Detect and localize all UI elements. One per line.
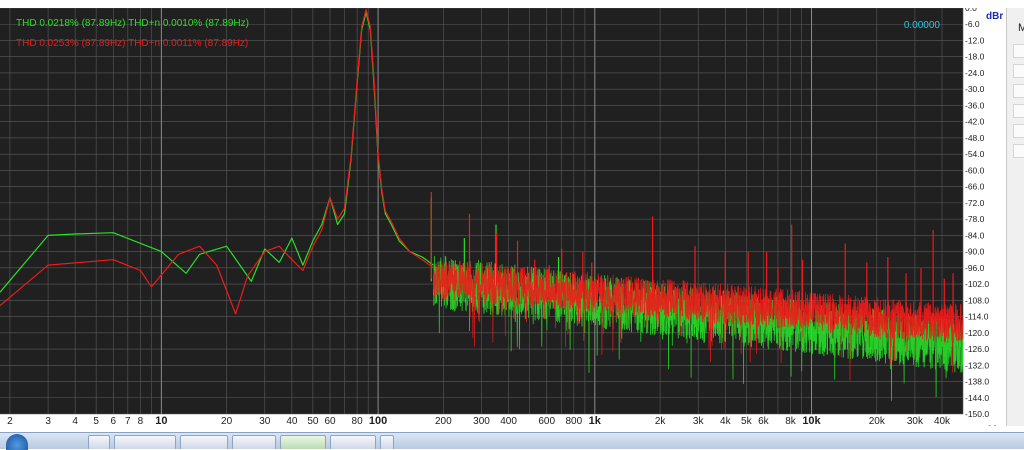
y-tick-label: -102.0 [965,279,989,289]
x-tick-label: 8 [138,416,144,426]
y-tick-label: -114.0 [965,312,989,322]
side-panel-control[interactable] [1013,124,1024,138]
x-tick-label: 30 [259,416,271,426]
audio-analyzer-window: 0.0 -6.0 -12.0 -18.0 -24.0 -30.0 -36.0 -42.0 -48… [0,0,1024,450]
y-unit-label: dBr [986,11,1003,22]
taskbar-button[interactable] [330,435,376,449]
y-tick-label: -120.0 [965,328,989,338]
x-tick-label: 60 [324,416,336,426]
x-tick-label: 1k [589,415,602,426]
taskbar-button[interactable] [380,435,394,449]
x-tick-label: 3k [693,416,705,426]
x-unit-label: Hz [988,423,1003,426]
side-panel-control[interactable] [1013,104,1024,118]
y-tick-label: -42.0 [965,117,985,127]
y-tick-label: -6.0 [965,19,980,29]
side-panel-control[interactable] [1013,144,1024,158]
y-tick-label: -126.0 [965,344,989,354]
side-panel: M [1006,8,1024,426]
spectrum-chart[interactable]: 0.0 -6.0 -12.0 -18.0 -24.0 -30.0 -36.0 -42.0 -48… [0,8,1006,426]
x-tick-label: 40k [934,416,951,426]
x-tick-label: 5k [741,416,753,426]
side-panel-control[interactable] [1013,44,1024,58]
y-tick-label: -48.0 [965,133,985,143]
x-tick-label: 40 [286,416,298,426]
taskbar-button[interactable] [280,435,326,449]
y-tick-label: -84.0 [965,230,985,240]
y-tick-label: 0.0 [965,8,977,13]
x-tick-label: 5 [93,416,99,426]
x-tick-label: 6k [758,416,770,426]
y-tick-label: -138.0 [965,377,989,387]
x-tick-label: 600 [538,416,555,426]
x-tick-label: 4 [72,416,78,426]
x-tick-label: 20k [869,416,886,426]
x-tick-label: 10 [155,415,167,426]
legend-green: THD 0.0218% (87.89Hz) THD+n 0.0010% (87.… [16,18,249,29]
side-panel-control[interactable] [1013,84,1024,98]
y-tick-label: -30.0 [965,84,985,94]
y-tick-label: -24.0 [965,68,985,78]
y-tick-label: -66.0 [965,182,985,192]
side-panel-letter: M [1018,22,1024,34]
y-tick-label: -96.0 [965,263,985,273]
x-tick-label: 50 [307,416,319,426]
x-tick-label: 30k [907,416,924,426]
side-panel-control[interactable] [1013,64,1024,78]
x-tick-label: 7 [125,416,131,426]
y-tick-label: -36.0 [965,100,985,110]
x-tick-label: 3 [45,416,51,426]
x-tick-label: 6 [111,416,117,426]
x-tick-label: 300 [473,416,490,426]
x-tick-label: 400 [500,416,517,426]
y-tick-label: -60.0 [965,165,985,175]
x-tick-label: 2 [7,416,13,426]
taskbar-button[interactable] [232,435,276,449]
legend-red: THD 0.0253% (87.89Hz) THD+n 0.0011% (87.… [16,38,248,49]
x-tick-label: 100 [369,415,387,426]
x-tick-label: 800 [565,416,582,426]
y-tick-label: -90.0 [965,247,985,257]
taskbar-button[interactable] [180,435,228,449]
x-tick-label: 4k [720,416,732,426]
taskbar [0,432,1024,450]
y-tick-label: -78.0 [965,214,985,224]
spectrum-plot[interactable]: 0.0 -6.0 -12.0 -18.0 -24.0 -30.0 -36.0 -42.0 -48… [0,8,1006,426]
y-tick-label: -18.0 [965,52,985,62]
cursor-readout: 0.00000 [904,20,941,31]
x-tick-label: 200 [435,416,452,426]
y-tick-label: -150.0 [965,409,989,419]
taskbar-button[interactable] [114,435,176,449]
y-tick-label: -54.0 [965,149,985,159]
x-tick-label: 2k [655,416,667,426]
x-tick-label: 10k [802,415,821,426]
taskbar-quick-launch[interactable] [88,435,110,449]
x-tick-label: 20 [221,416,233,426]
y-tick-label: -72.0 [965,198,985,208]
x-tick-label: 80 [352,416,364,426]
y-tick-label: -132.0 [965,360,989,370]
y-tick-label: -108.0 [965,295,989,305]
x-tick-label: 8k [785,416,797,426]
y-tick-label: -12.0 [965,36,985,46]
y-tick-label: -144.0 [965,393,989,403]
